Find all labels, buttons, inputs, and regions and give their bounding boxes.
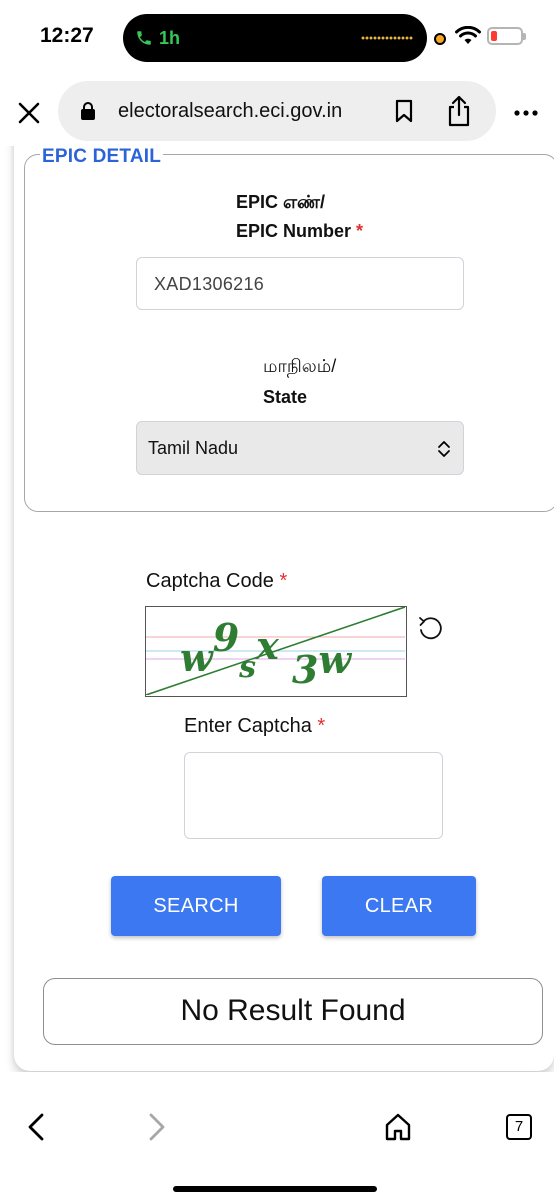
state-selected-value: Tamil Nadu: [148, 438, 239, 458]
select-chevron-icon: [438, 441, 450, 457]
share-icon[interactable]: [446, 95, 472, 127]
captcha-input[interactable]: [184, 752, 443, 839]
home-icon[interactable]: [384, 1112, 412, 1142]
back-arrow-icon[interactable]: [26, 1112, 46, 1142]
epic-detail-legend: EPIC DETAIL: [40, 146, 164, 168]
close-icon[interactable]: [16, 100, 42, 126]
refresh-captcha-icon[interactable]: [416, 614, 444, 642]
mic-indicator-icon: [434, 33, 446, 45]
lock-icon: [81, 102, 95, 120]
epic-number-value: XAD1306216: [154, 274, 265, 294]
state-select[interactable]: Tamil Nadu: [136, 421, 464, 475]
phone-icon: [137, 31, 151, 45]
call-indicator[interactable]: 1h: [135, 26, 180, 50]
battery-icon: [487, 27, 526, 45]
captcha-image: w9sx 3w: [145, 606, 407, 697]
wifi-icon: [455, 26, 481, 44]
browser-address-bar: electoralsearch.eci.gov.in: [0, 76, 554, 146]
call-duration: 1h: [159, 27, 181, 48]
url-field[interactable]: electoralsearch.eci.gov.in: [58, 81, 496, 141]
captcha-text: w9sx 3w: [180, 615, 352, 692]
clear-button[interactable]: CLEAR: [322, 876, 476, 936]
state-label-tamil: மாநிலம்/: [263, 356, 337, 376]
clock: 12:27: [40, 24, 94, 47]
dynamic-island[interactable]: 1h: [123, 14, 427, 62]
no-result-message: No Result Found: [43, 978, 543, 1045]
state-label-english: State: [263, 387, 308, 407]
more-options-icon[interactable]: [514, 109, 538, 117]
epic-number-input[interactable]: XAD1306216: [136, 257, 464, 310]
audio-waveform-icon: [361, 35, 413, 41]
forward-arrow-icon[interactable]: [147, 1112, 167, 1142]
enter-captcha-label: Enter Captcha *: [184, 715, 326, 737]
status-bar: 12:27 1h: [0, 0, 554, 76]
epic-label-tamil: EPIC எண்/: [236, 192, 325, 212]
required-marker: *: [356, 221, 364, 241]
home-indicator[interactable]: [173, 1186, 377, 1192]
captcha-code-label: Captcha Code *: [146, 570, 288, 592]
search-card: EPIC DETAIL EPIC எண்/ EPIC Number * XAD1…: [14, 146, 554, 1071]
epic-label-english: EPIC Number *: [236, 221, 364, 241]
bookmark-icon[interactable]: [394, 99, 414, 123]
url-text: electoralsearch.eci.gov.in: [118, 100, 343, 122]
browser-toolbar: 7: [0, 1072, 554, 1200]
search-button[interactable]: SEARCH: [111, 876, 281, 936]
page-content: EPIC DETAIL EPIC எண்/ EPIC Number * XAD1…: [0, 146, 554, 1072]
tabs-count-button[interactable]: 7: [506, 1114, 532, 1140]
